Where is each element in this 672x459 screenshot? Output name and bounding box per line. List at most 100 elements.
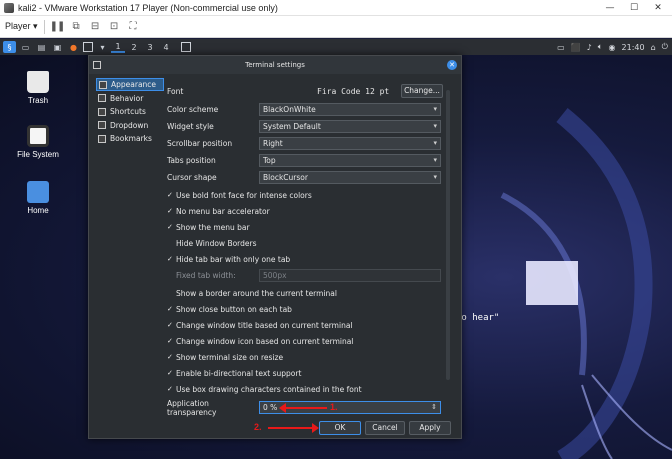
dialog-close-icon[interactable]: ✕	[447, 60, 457, 70]
checkbox-label: Show the menu bar	[176, 222, 250, 232]
vertical-scrollbar[interactable]	[446, 90, 450, 380]
fit-guest-icon[interactable]: ⊟	[89, 20, 102, 33]
sidebar-item-bookmarks[interactable]: Bookmarks	[96, 132, 164, 145]
checkbox-label: Change window title based on current ter…	[176, 320, 353, 330]
checkbox-label: Enable bi-directional text support	[176, 368, 302, 378]
hide-window-borders-checkbox[interactable]: Hide Window Borders	[167, 236, 257, 250]
clock[interactable]: 21:40	[622, 43, 645, 52]
checkbox-label: Show close button on each tab	[176, 304, 292, 314]
box-drawing-chars-checkbox[interactable]: ✓ Use box drawing characters contained i…	[167, 382, 362, 396]
close-icon[interactable]: ✕	[646, 0, 670, 16]
terminal-size-resize-checkbox[interactable]: ✓ Show terminal size on resize	[167, 350, 283, 364]
maximize-icon[interactable]: ☐	[622, 0, 646, 16]
checkmark-icon: ✓	[167, 385, 173, 393]
scrollbar-position-select[interactable]: Right	[259, 137, 441, 150]
pause-icon[interactable]: ❚❚	[50, 20, 66, 33]
desktop-show-icon[interactable]: ▭	[19, 41, 32, 53]
dialog-titlebar: Terminal settings ✕	[89, 56, 461, 74]
scrollbar-position-label: Scrollbar position	[167, 139, 233, 148]
fixed-tab-width-label: Fixed tab width:	[176, 271, 236, 280]
annotation-arrow-2	[268, 423, 319, 433]
sidebar-item-appearance[interactable]: Appearance	[96, 78, 164, 91]
bidi-text-checkbox[interactable]: ✓ Enable bi-directional text support	[167, 366, 301, 380]
lock-icon[interactable]: ⌂	[651, 43, 656, 52]
checkbox-label: Show a border around the current termina…	[176, 288, 337, 298]
window-title: kali2 - VMware Workstation 17 Player (No…	[18, 2, 278, 13]
fixed-tab-width-row: Fixed tab width: 500px	[167, 268, 443, 283]
color-scheme-row: Color scheme BlackOnWhite	[167, 102, 443, 117]
change-window-icon-checkbox[interactable]: ✓ Change window icon based on current te…	[167, 334, 353, 348]
power-icon[interactable]: ◉	[609, 43, 616, 52]
font-label: Font	[167, 87, 184, 96]
volume-icon[interactable]: 🔈︎	[598, 42, 603, 52]
checkmark-icon: ✓	[167, 191, 173, 199]
transparency-label: Application transparency	[167, 398, 217, 417]
keyboard-icon	[98, 107, 106, 116]
workspace-2[interactable]: 2	[127, 43, 141, 52]
sidebar-item-dropdown[interactable]: Dropdown	[96, 119, 164, 132]
workspace-3[interactable]: 3	[143, 43, 157, 52]
font-value: Fira Code 12 pt	[317, 87, 390, 96]
file-manager-icon[interactable]: ▤	[35, 41, 48, 53]
hide-tabbar-checkbox[interactable]: ✓ Hide tab bar with only one tab	[167, 252, 290, 266]
trash-desktop-icon[interactable]: Trash	[8, 71, 68, 105]
border-current-terminal-checkbox[interactable]: Show a border around the current termina…	[167, 286, 337, 300]
fixed-tab-width-input[interactable]: 500px	[259, 269, 441, 282]
change-font-button[interactable]: Change...	[401, 84, 443, 98]
cursor-shape-row: Cursor shape BlockCursor	[167, 170, 443, 185]
power-off-icon[interactable]: ⏻	[662, 42, 668, 52]
terminal-launcher-icon[interactable]: ▣	[51, 41, 64, 53]
color-scheme-label: Color scheme	[167, 105, 219, 114]
workspace-4[interactable]: 4	[159, 43, 173, 52]
vmware-titlebar: kali2 - VMware Workstation 17 Player (No…	[0, 0, 672, 16]
taskbar-terminal-icon[interactable]	[181, 42, 191, 52]
bookmarks-icon	[98, 134, 106, 143]
sidebar-item-shortcuts[interactable]: Shortcuts	[96, 105, 164, 118]
ok-button[interactable]: OK	[319, 421, 361, 435]
checkbox-label: Hide Window Borders	[176, 238, 257, 248]
dialog-app-icon	[93, 61, 101, 69]
display-icon[interactable]: ▭	[557, 43, 565, 52]
desktop-icon-label: Home	[27, 206, 49, 215]
apply-button[interactable]: Apply	[409, 421, 451, 435]
workspace-1[interactable]: 1	[111, 42, 125, 53]
cursor-shape-select[interactable]: BlockCursor	[259, 171, 441, 184]
desktop-icon-label: Trash	[27, 96, 49, 105]
close-button-each-tab-checkbox[interactable]: ✓ Show close button on each tab	[167, 302, 292, 316]
notification-bell-icon[interactable]: ♪	[587, 43, 592, 52]
sidebar-item-label: Dropdown	[110, 120, 149, 130]
cancel-button[interactable]: Cancel	[365, 421, 405, 435]
kali-menu-icon[interactable]: §	[3, 41, 16, 53]
toolbar-divider	[43, 19, 45, 34]
checkbox-label: Show terminal size on resize	[176, 352, 284, 362]
chevron-down-icon[interactable]: ▾	[96, 41, 109, 53]
bold-font-checkbox[interactable]: ✓ Use bold font face for intense colors	[167, 188, 312, 202]
home-desktop-icon[interactable]: Home	[8, 181, 68, 215]
sidebar-item-behavior[interactable]: Behavior	[96, 92, 164, 105]
change-window-title-checkbox[interactable]: ✓ Change window title based on current t…	[167, 318, 353, 332]
send-ctrl-alt-del-icon[interactable]: ⧉	[70, 20, 83, 33]
checkbox-label: No menu bar accelerator	[176, 206, 270, 216]
terminal-window-icon[interactable]	[83, 42, 93, 52]
show-menubar-checkbox[interactable]: ✓ Show the menu bar	[167, 220, 250, 234]
checkmark-icon: ✓	[167, 305, 173, 313]
sidebar-item-label: Appearance	[111, 80, 157, 89]
tabs-position-select[interactable]: Top	[259, 154, 441, 167]
sidebar-item-label: Behavior	[110, 93, 144, 103]
minimize-icon[interactable]: —	[598, 0, 622, 16]
widget-style-label: Widget style	[167, 122, 214, 131]
fullscreen-icon[interactable]: ⛶	[127, 20, 140, 33]
unity-icon[interactable]: ⊡	[108, 20, 121, 33]
no-menubar-accel-checkbox[interactable]: ✓ No menu bar accelerator	[167, 204, 270, 218]
firefox-icon[interactable]: ●	[67, 41, 80, 53]
color-scheme-select[interactable]: BlackOnWhite	[259, 103, 441, 116]
widget-style-select[interactable]: System Default	[259, 120, 441, 133]
network-icon[interactable]: ⬛	[571, 43, 581, 52]
widget-style-row: Widget style System Default	[167, 119, 443, 134]
trash-icon	[27, 71, 49, 93]
filesystem-desktop-icon[interactable]: File System	[8, 125, 68, 159]
sidebar-item-label: Shortcuts	[110, 107, 146, 116]
checkmark-icon: ✓	[167, 321, 173, 329]
player-menu[interactable]: Player ▾	[5, 21, 38, 32]
drive-icon	[27, 125, 49, 147]
